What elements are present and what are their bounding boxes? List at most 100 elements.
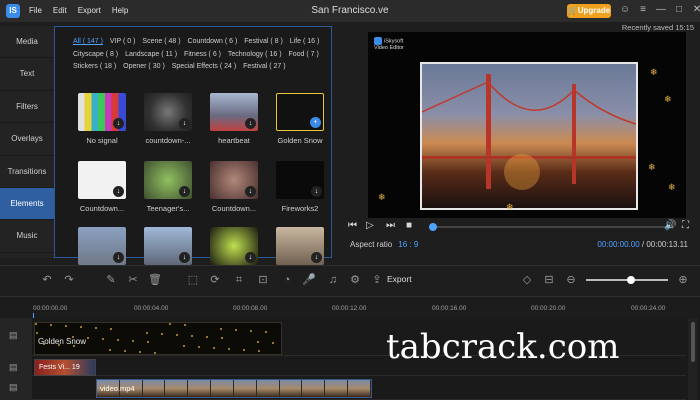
audio-icon[interactable]: ♫ <box>326 273 340 287</box>
user-icon[interactable]: ☺ <box>618 3 632 17</box>
track-icon[interactable]: ▤ <box>9 362 18 373</box>
glow-particle <box>95 327 97 329</box>
edit-icon[interactable]: ✎ <box>104 273 118 287</box>
glow-particle <box>102 338 104 340</box>
redo-icon[interactable]: ↷ <box>62 273 76 287</box>
element-thumbnail[interactable]: ↓ <box>276 161 324 199</box>
tab-music[interactable]: Music <box>0 220 54 253</box>
menu-icon[interactable]: ≡ <box>636 3 650 17</box>
download-icon[interactable]: ↓ <box>179 118 190 129</box>
seek-bar[interactable] <box>429 223 668 231</box>
menu-file[interactable]: File <box>29 6 42 15</box>
zoom-slider[interactable] <box>586 276 668 284</box>
freeze-icon[interactable]: ⊡ <box>256 273 270 287</box>
track-icon[interactable]: ▤ <box>9 330 18 341</box>
element-thumbnail[interactable]: ↓ <box>78 93 126 131</box>
download-icon[interactable]: ↓ <box>113 118 124 129</box>
crop-icon[interactable]: ⬚ <box>186 273 200 287</box>
settings-icon[interactable]: ⚙ <box>348 273 362 287</box>
download-icon[interactable]: ↓ <box>179 186 190 197</box>
seek-handle[interactable] <box>429 223 437 231</box>
zoom-in-icon[interactable]: ⊕ <box>676 273 690 287</box>
snowflake-icon: ❄ <box>664 94 672 104</box>
track-icon[interactable]: ▤ <box>9 382 18 393</box>
zoom-out-icon[interactable]: ⊖ <box>564 273 578 287</box>
step-back-icon[interactable]: ⏮ <box>348 220 357 231</box>
scrollbar-thumb[interactable] <box>691 322 695 362</box>
upgrade-button[interactable]: 🛒Upgrade <box>567 4 611 18</box>
filter-chip[interactable]: VIP ( 0 ) <box>110 38 136 45</box>
marker-icon[interactable]: ◇ <box>520 273 534 287</box>
filter-chip[interactable]: Opener ( 30 ) <box>123 63 165 70</box>
stop-icon[interactable]: ■ <box>406 220 412 231</box>
element-thumbnail[interactable]: + <box>276 93 324 131</box>
timeline-scrollbar[interactable] <box>688 318 698 400</box>
undo-icon[interactable]: ↶ <box>40 273 54 287</box>
tab-elements[interactable]: Elements <box>0 187 54 221</box>
filter-chip[interactable]: Cityscape ( 8 ) <box>73 51 118 58</box>
element-thumbnail[interactable]: ↓ <box>210 227 258 265</box>
element-thumbnail[interactable]: ↓ <box>210 161 258 199</box>
filter-chip[interactable]: Scene ( 48 ) <box>142 38 180 45</box>
tab-overlays[interactable]: Overlays <box>0 123 54 156</box>
element-thumbnail[interactable]: ↓ <box>144 161 192 199</box>
minimize-icon[interactable]: — <box>654 3 668 17</box>
element-thumbnail[interactable]: ↓ <box>78 227 126 265</box>
menu-edit[interactable]: Edit <box>53 6 67 15</box>
add-icon[interactable]: + <box>310 117 321 128</box>
download-icon[interactable]: ↓ <box>245 186 256 197</box>
filter-chip[interactable]: Countdown ( 6 ) <box>188 38 238 45</box>
fit-icon[interactable]: ⊟ <box>542 273 556 287</box>
record-icon[interactable]: 🎤 <box>302 273 316 287</box>
video-frame <box>256 380 280 397</box>
step-forward-icon[interactable]: ⏭ <box>386 220 395 231</box>
element-thumbnail[interactable]: ↓ <box>144 93 192 131</box>
filter-chip[interactable]: Festival ( 8 ) <box>244 38 283 45</box>
tab-media[interactable]: Media <box>0 26 54 59</box>
download-icon[interactable]: ↓ <box>113 252 124 263</box>
element-thumbnail[interactable]: ↓ <box>210 93 258 131</box>
overlay-watermark: tabcrack.com <box>386 327 620 367</box>
menu-help[interactable]: Help <box>112 6 128 15</box>
filter-chip[interactable]: Fitness ( 6 ) <box>184 51 221 58</box>
rotate-icon[interactable]: ⟳ <box>208 273 222 287</box>
filter-chip[interactable]: Life ( 16 ) <box>290 38 320 45</box>
play-icon[interactable]: ▷ <box>366 220 374 231</box>
filter-chip[interactable]: Festival ( 27 ) <box>243 63 285 70</box>
download-icon[interactable]: ↓ <box>113 186 124 197</box>
filter-chip[interactable]: All ( 147 ) <box>73 38 103 45</box>
video-clip[interactable]: video.mp4 <box>96 379 372 398</box>
mosaic-icon[interactable]: ⌗ <box>232 273 246 287</box>
zoom-handle[interactable] <box>627 276 636 284</box>
golden-snow-clip[interactable]: Golden Snow <box>34 322 282 355</box>
download-icon[interactable]: ↓ <box>311 186 322 197</box>
tab-text[interactable]: Text <box>0 58 54 91</box>
volume-icon[interactable]: 🔊 <box>664 220 676 231</box>
filter-chip[interactable]: Stickers ( 18 ) <box>73 63 116 70</box>
split-icon[interactable]: ✂ <box>126 273 140 287</box>
download-icon[interactable]: ↓ <box>179 252 190 263</box>
filter-chip[interactable]: Food ( 7 ) <box>288 51 318 58</box>
download-icon[interactable]: ↓ <box>311 252 322 263</box>
fullscreen-icon[interactable]: ⛶ <box>682 220 689 231</box>
filter-chip[interactable]: Landscape ( 11 ) <box>125 51 177 58</box>
export-button[interactable]: Export <box>387 274 412 284</box>
delete-icon[interactable]: 🗑 <box>148 273 162 287</box>
element-thumbnail[interactable]: ↓ <box>78 161 126 199</box>
maximize-icon[interactable]: □ <box>672 3 686 17</box>
element-thumbnail[interactable]: ↓ <box>276 227 324 265</box>
download-icon[interactable]: ↓ <box>245 252 256 263</box>
close-icon[interactable]: ✕ <box>690 3 700 17</box>
filter-chip[interactable]: Special Effects ( 24 ) <box>172 63 236 70</box>
tab-transitions[interactable]: Transitions <box>0 156 54 188</box>
element-thumbnail[interactable]: ↓ <box>144 227 192 265</box>
download-icon[interactable]: ↓ <box>245 118 256 129</box>
tab-filters[interactable]: Filters <box>0 91 54 124</box>
menu-export[interactable]: Export <box>78 6 101 15</box>
overlay-clip[interactable]: Fests Vi... 19 <box>34 359 96 376</box>
timeline-ruler[interactable]: 00:00:00.00 00:00:04.00 00:00:08.00 00:00:1… <box>0 296 700 318</box>
filter-chip[interactable]: Technology ( 16 ) <box>228 51 282 58</box>
aspect-ratio[interactable]: Aspect ratio 16 : 9 <box>350 240 418 249</box>
export-icon[interactable]: ⇪ <box>370 273 384 287</box>
speed-icon[interactable]: ◔ <box>280 273 294 287</box>
